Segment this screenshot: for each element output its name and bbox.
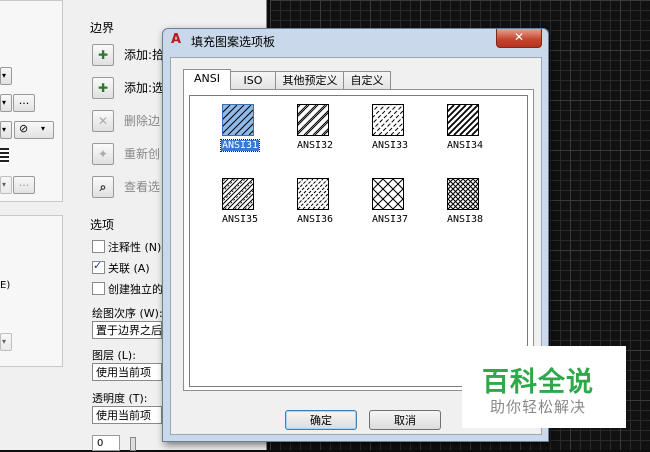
annotative-label: 注释性 (N) [108,241,162,254]
pattern-swatch [447,178,479,210]
dropdown-arrow-2[interactable]: ▾ [0,94,12,112]
pattern-name-text: ANSI38 [446,214,484,225]
dropdown-arrow-5: ▾ [0,333,12,351]
layer-select[interactable]: 使用当前项 [92,363,162,381]
pattern-tile-ansi36[interactable]: ANSI36 [275,178,355,238]
associative-label: 关联 (A) [108,262,150,275]
pattern-tile-ansi38[interactable]: ANSI38 [425,178,505,238]
remove-boundaries-button: ✕ [92,110,114,132]
pattern-name: ANSI36 [275,214,355,225]
add-select-objects-button[interactable]: ✚ [92,77,114,99]
add-pick-points-button[interactable]: ✚ [92,44,114,66]
pattern-name: ANSI37 [350,214,430,225]
autocad-logo-icon: A [171,32,182,47]
pattern-name-text: ANSI35 [221,214,259,225]
dialog-titlebar[interactable]: A 填充图案选项板 ✕ [163,29,548,53]
watermark-logo: 百科全说 助你轻松解决 [462,346,626,428]
pattern-tile-ansi34[interactable]: ANSI34 [425,104,505,164]
draw-order-label: 绘图次序 (W): [92,307,163,320]
annotative-checkbox[interactable] [92,240,105,253]
transparency-icon-dropdown[interactable]: ⊘ ▾ [14,121,54,139]
recreate-boundary-button: ✦ [92,143,114,165]
view-selections-button[interactable]: ⌕ [92,176,114,198]
pattern-swatch [372,104,404,136]
watermark-title: 百科全说 [482,367,594,398]
pattern-tile-ansi35[interactable]: ANSI35 [200,178,280,238]
pattern-list-frame: ANSI31 ANSI32 ANSI33 ANSI34 ANSI35 ANSI36 ANSI… [189,95,528,387]
tab-custom[interactable]: 自定义 [343,71,391,89]
tab-iso[interactable]: ISO [229,71,277,89]
view-selections-label: 查看选 [124,180,161,194]
magnifier-icon: ⌕ [99,179,107,194]
pattern-name-text: ANSI34 [446,140,484,151]
pattern-name-text: ANSI32 [296,140,334,151]
pattern-swatch [222,178,254,210]
watermark-subtitle: 助你轻松解决 [490,398,587,416]
add-pick-points-icon: ✚ [97,48,109,62]
pattern-name-text: ANSI36 [296,214,334,225]
pattern-swatch [297,178,329,210]
transparency-select[interactable]: 使用当前项 [92,406,162,424]
associative-checkbox[interactable] [92,259,105,274]
recreate-boundary-icon: ✦ [97,147,109,161]
dropdown-arrow-3[interactable]: ▾ [0,121,12,139]
dropdown-arrow-1[interactable]: ▾ [0,67,12,85]
remove-boundaries-label: 删除边 [124,114,161,128]
tab-other-predefined[interactable]: 其他预定义 [275,71,345,89]
transparency-slider-thumb[interactable] [130,437,136,451]
pattern-name: ANSI38 [425,214,505,225]
pattern-name-text: ANSI37 [371,214,409,225]
pattern-swatch [447,104,479,136]
pattern-tile-ansi33[interactable]: ANSI33 [350,104,430,164]
tab-ansi[interactable]: ANSI [183,69,231,90]
boundary-group-title: 边界 [90,21,115,35]
layer-label: 图层 (L): [92,349,136,362]
pattern-swatch [297,104,329,136]
pattern-name: ANSI35 [200,214,280,225]
pattern-tile-ansi31[interactable]: ANSI31 [200,104,280,164]
transparency-label: 透明度 (T): [92,392,148,405]
transparency-value-input[interactable]: 0 [92,435,120,451]
add-select-objects-label: 添加:选 [124,81,165,95]
pattern-name-text: ANSI33 [371,140,409,151]
close-icon: ✕ [513,30,525,44]
pattern-name-text: ANSI31 [219,139,261,152]
pattern-name: ANSI32 [275,140,355,151]
dialog-title: 填充图案选项板 [191,35,276,49]
separate-hatches-checkbox[interactable] [92,282,105,295]
close-button[interactable]: ✕ [496,29,542,48]
ok-button[interactable]: 确定 [285,410,357,430]
pattern-tile-ansi32[interactable]: ANSI32 [275,104,355,164]
dropdown-arrow-4: ▾ [0,176,12,194]
add-select-objects-icon: ✚ [97,81,109,95]
browse-button-1[interactable]: ... [13,94,35,112]
browse-button-2: ... [13,176,35,194]
pattern-swatch [372,178,404,210]
options-group-title: 选项 [90,218,115,232]
cancel-button[interactable]: 取消 [369,410,441,430]
left-truncated-text: E) [0,280,11,291]
pattern-swatch [222,104,254,136]
add-pick-points-label: 添加:拾 [124,48,165,62]
pattern-swatch-icon [0,148,9,164]
remove-boundaries-icon: ✕ [97,114,109,128]
pattern-tile-ansi37[interactable]: ANSI37 [350,178,430,238]
recreate-boundary-label: 重新创 [124,147,161,161]
pattern-name: ANSI34 [425,140,505,151]
pattern-name: ANSI33 [350,140,430,151]
pattern-name: ANSI31 [200,139,280,152]
separate-hatches-label: 创建独立的 [108,283,163,296]
draw-order-select[interactable]: 置于边界之后 [92,321,162,339]
